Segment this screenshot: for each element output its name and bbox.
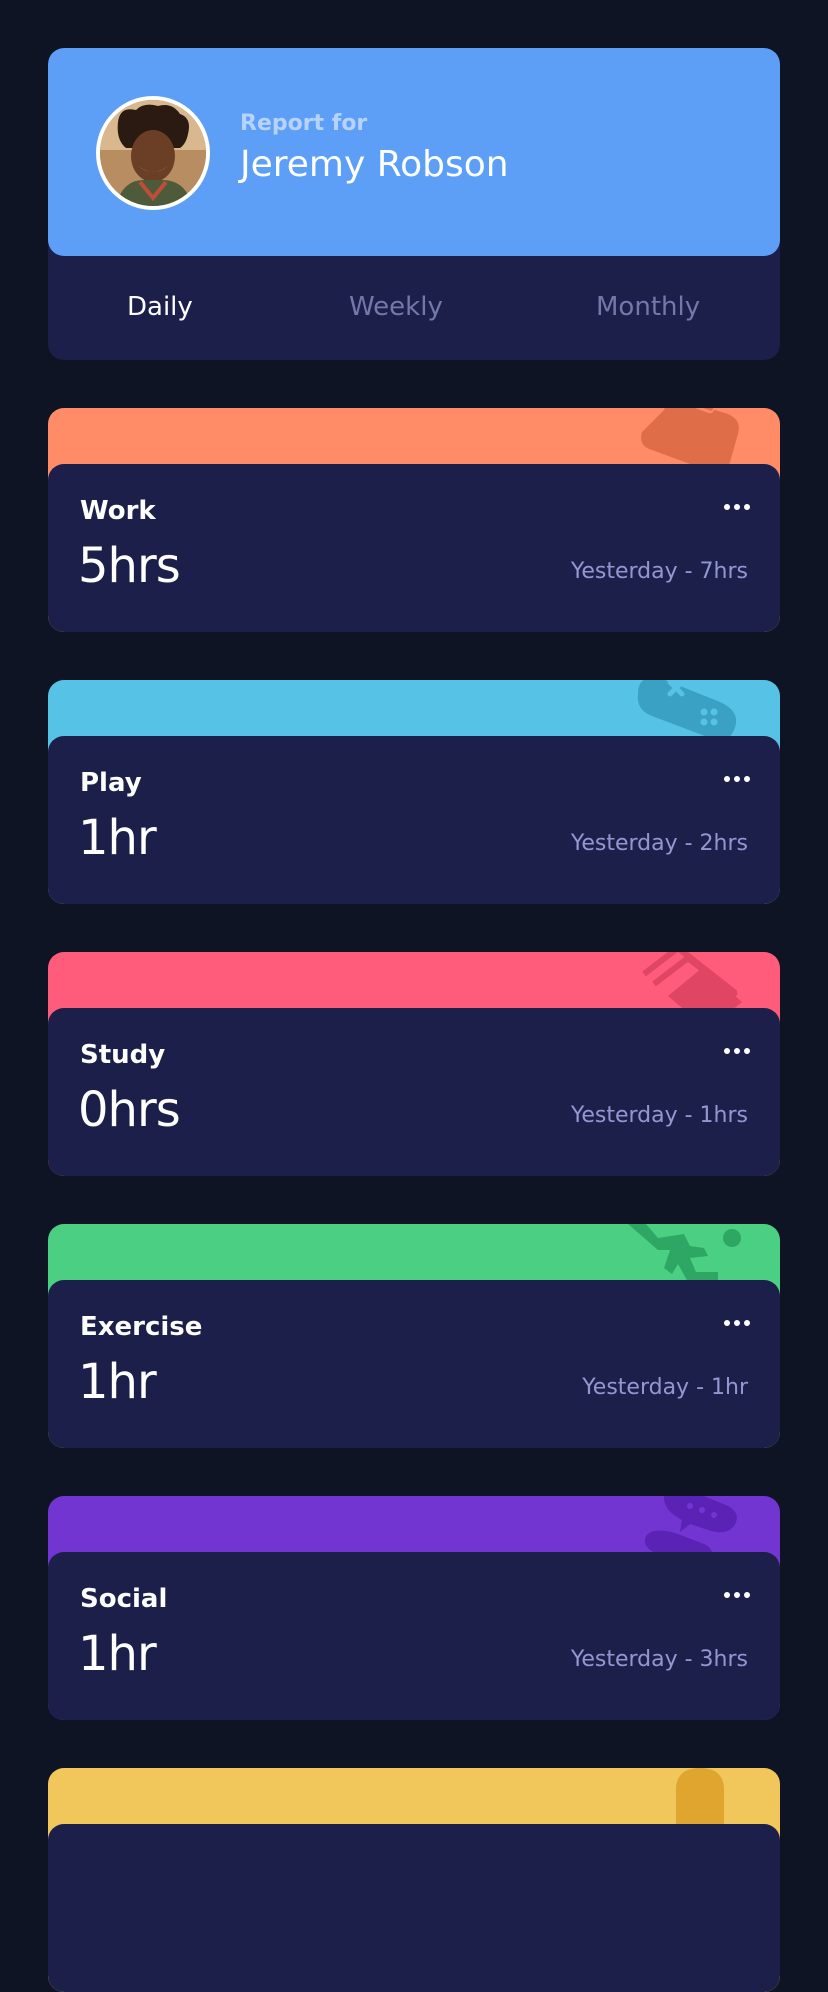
tab-monthly[interactable]: Monthly bbox=[596, 292, 700, 322]
activity-card-body[interactable]: Exercise 1hr Yesterday - 1hr bbox=[48, 1280, 780, 1448]
activity-card-body[interactable]: Social 1hr Yesterday - 3hrs bbox=[48, 1552, 780, 1720]
activity-title: Study bbox=[80, 1040, 166, 1070]
ellipsis-menu-icon[interactable] bbox=[722, 1314, 752, 1332]
activity-card-play: Play 1hr Yesterday - 2hrs bbox=[48, 680, 780, 904]
activity-previous-hours: Yesterday - 7hrs bbox=[570, 559, 748, 584]
tab-weekly[interactable]: Weekly bbox=[349, 292, 443, 322]
activity-title: Exercise bbox=[80, 1312, 203, 1342]
activity-title: Social bbox=[80, 1584, 168, 1614]
activity-card-exercise: Exercise 1hr Yesterday - 1hr bbox=[48, 1224, 780, 1448]
activity-card-self-care bbox=[48, 1768, 780, 1992]
activity-current-hours: 5hrs bbox=[78, 538, 181, 594]
activity-previous-hours: Yesterday - 1hr bbox=[582, 1375, 748, 1400]
report-for-label: Report for bbox=[240, 111, 368, 136]
user-avatar-icon bbox=[100, 100, 206, 206]
activity-card-social: Social 1hr Yesterday - 3hrs bbox=[48, 1496, 780, 1720]
activity-previous-hours: Yesterday - 2hrs bbox=[570, 831, 748, 856]
activity-card-work: Work 5hrs Yesterday - 7hrs bbox=[48, 408, 780, 632]
activity-card-body[interactable] bbox=[48, 1824, 780, 1992]
activity-card-body[interactable]: Study 0hrs Yesterday - 1hrs bbox=[48, 1008, 780, 1176]
tab-daily[interactable]: Daily bbox=[127, 292, 193, 322]
avatar bbox=[96, 96, 210, 210]
ellipsis-menu-icon[interactable] bbox=[722, 1042, 752, 1060]
ellipsis-menu-icon[interactable] bbox=[722, 498, 752, 516]
ellipsis-menu-icon[interactable] bbox=[722, 770, 752, 788]
activity-current-hours: 0hrs bbox=[78, 1082, 181, 1138]
activity-title: Play bbox=[80, 768, 142, 798]
user-name: Jeremy Robson bbox=[240, 144, 509, 185]
activity-card-body[interactable]: Work 5hrs Yesterday - 7hrs bbox=[48, 464, 780, 632]
activity-card-body[interactable]: Play 1hr Yesterday - 2hrs bbox=[48, 736, 780, 904]
activity-current-hours: 1hr bbox=[78, 810, 157, 866]
profile-card: Report for Jeremy Robson Daily Weekly Mo… bbox=[48, 48, 780, 360]
activity-title: Work bbox=[80, 496, 156, 526]
activity-previous-hours: Yesterday - 3hrs bbox=[570, 1647, 748, 1672]
activity-previous-hours: Yesterday - 1hrs bbox=[570, 1103, 748, 1128]
activity-current-hours: 1hr bbox=[78, 1354, 157, 1410]
activity-current-hours: 1hr bbox=[78, 1626, 157, 1682]
ellipsis-menu-icon[interactable] bbox=[722, 1586, 752, 1604]
activity-card-study: Study 0hrs Yesterday - 1hrs bbox=[48, 952, 780, 1176]
profile-header: Report for Jeremy Robson bbox=[48, 48, 780, 256]
